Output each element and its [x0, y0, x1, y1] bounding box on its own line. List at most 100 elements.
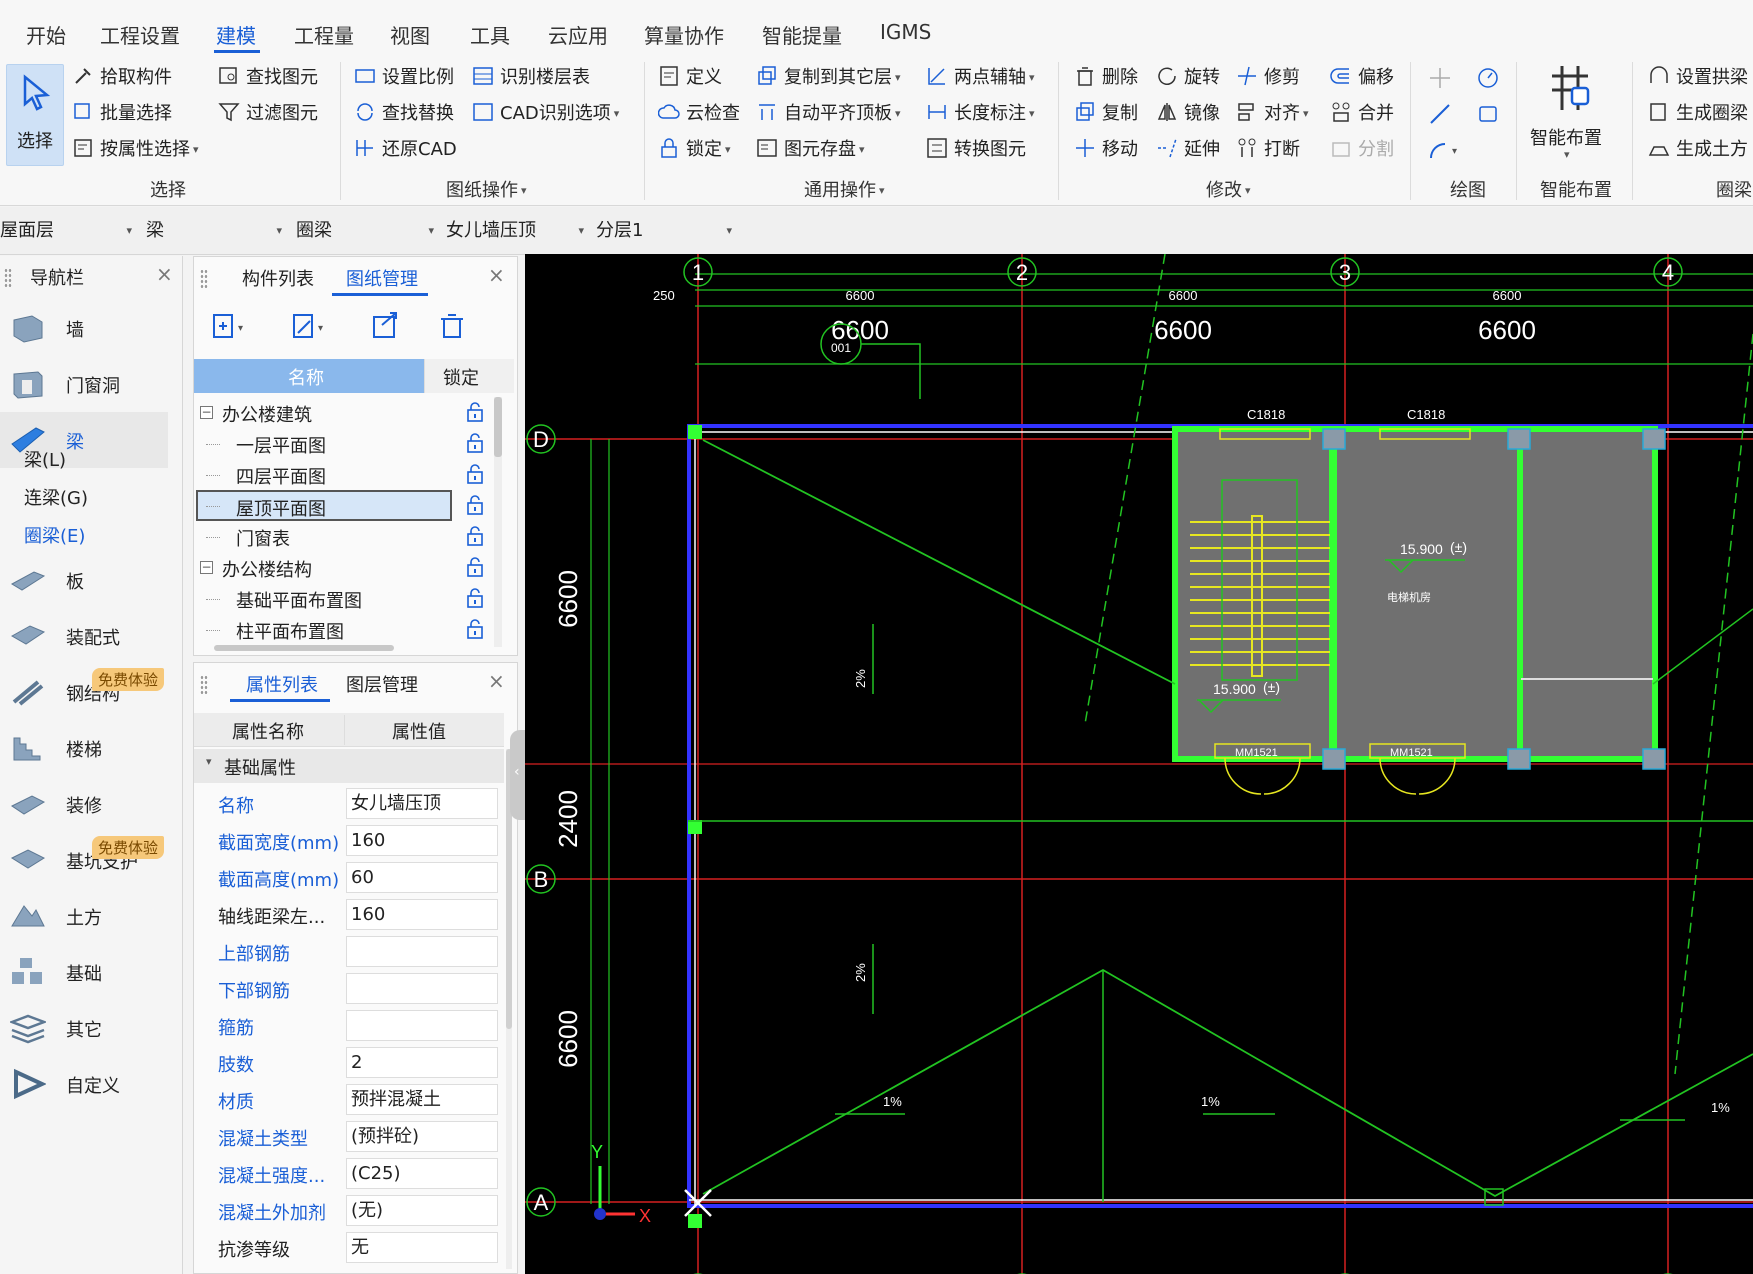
- lock-button[interactable]: 锁定 ▾: [658, 136, 731, 164]
- export-drawing-button[interactable]: [366, 309, 406, 345]
- merge-button[interactable]: 合并: [1330, 100, 1394, 128]
- collapse-toggle-icon[interactable]: −: [200, 561, 213, 574]
- drag-handle[interactable]: [200, 269, 208, 289]
- two-point-axis-button[interactable]: 两点辅轴 ▾: [926, 64, 1035, 92]
- nav-item-earthwork[interactable]: 土方: [0, 888, 168, 944]
- save-element-button[interactable]: 图元存盘 ▾: [756, 136, 865, 164]
- break-button[interactable]: 打断: [1236, 136, 1300, 164]
- tree-row[interactable]: 柱平面布置图: [194, 614, 512, 645]
- menu-igms[interactable]: IGMS: [880, 20, 931, 44]
- mirror-button[interactable]: 镜像: [1156, 100, 1220, 128]
- nav-sub-coupling-beam[interactable]: 连梁(G): [24, 484, 88, 510]
- tree-row[interactable]: 一层平面图: [194, 428, 512, 459]
- delete-button[interactable]: 删除: [1074, 64, 1138, 92]
- component-select[interactable]: 女儿墙压顶 ▾: [446, 215, 588, 247]
- tree-row[interactable]: 屋顶平面图: [194, 490, 512, 521]
- batch-select-button[interactable]: 批量选择: [72, 100, 172, 128]
- property-value-field[interactable]: 无: [346, 1232, 498, 1263]
- type-select[interactable]: 圈梁 ▾: [296, 215, 438, 247]
- add-drawing-button[interactable]: ▾: [206, 309, 246, 345]
- set-scale-button[interactable]: 设置比例: [354, 64, 454, 92]
- property-value-field[interactable]: 女儿墙压顶: [346, 788, 498, 819]
- generate-earthwork-button[interactable]: 生成土方: [1648, 136, 1748, 164]
- lock-icon[interactable]: [467, 588, 483, 608]
- property-section-basic[interactable]: ▾ 基础属性: [194, 749, 504, 783]
- menu-collaboration[interactable]: 算量协作: [644, 20, 724, 49]
- nav-item-wall[interactable]: 墙: [0, 300, 168, 356]
- menu-tools[interactable]: 工具: [470, 20, 510, 49]
- lock-icon[interactable]: [467, 557, 483, 577]
- generate-ring-beam-button[interactable]: 生成圈梁: [1648, 100, 1748, 128]
- lock-icon[interactable]: [467, 619, 483, 639]
- align-button[interactable]: 对齐 ▾: [1236, 100, 1309, 128]
- select-button[interactable]: 选择: [6, 64, 64, 166]
- nav-item-other[interactable]: 其它: [0, 1000, 168, 1056]
- tree-h-scrollbar[interactable]: [214, 645, 394, 651]
- property-value-field[interactable]: 160: [346, 899, 498, 930]
- define-button[interactable]: 定义: [658, 64, 722, 92]
- property-value-field[interactable]: 2: [346, 1047, 498, 1078]
- category-select[interactable]: 梁 ▾: [146, 215, 286, 247]
- menu-modeling[interactable]: 建模: [216, 20, 256, 49]
- line-icon[interactable]: [1428, 102, 1452, 126]
- property-value-field[interactable]: 160: [346, 825, 498, 856]
- tab-layer-management[interactable]: 图层管理: [346, 671, 418, 697]
- tree-group-row[interactable]: − 办公楼建筑: [194, 397, 512, 428]
- trim-button[interactable]: 修剪: [1236, 64, 1300, 92]
- find-replace-button[interactable]: 查找替换: [354, 100, 454, 128]
- copy-button[interactable]: 复制: [1074, 100, 1138, 128]
- length-dim-button[interactable]: 长度标注 ▾: [926, 100, 1035, 128]
- pick-component-button[interactable]: 拾取构件: [72, 64, 172, 92]
- property-value-field[interactable]: (预拌砼): [346, 1121, 498, 1152]
- delete-drawing-button[interactable]: [432, 309, 472, 345]
- property-value-field[interactable]: (C25): [346, 1158, 498, 1189]
- lock-icon[interactable]: [467, 433, 483, 453]
- auto-align-slab-button[interactable]: 自动平齐顶板 ▾: [756, 100, 901, 128]
- rectangle-icon[interactable]: [1476, 102, 1500, 126]
- set-arch-beam-button[interactable]: 设置拱梁: [1648, 64, 1748, 92]
- lock-icon[interactable]: [467, 526, 483, 546]
- floor-select[interactable]: 屋面层 ▾: [0, 215, 136, 247]
- tab-component-list[interactable]: 构件列表: [242, 265, 314, 291]
- tree-row[interactable]: 四层平面图: [194, 459, 512, 490]
- lock-icon[interactable]: [467, 464, 483, 484]
- menu-smart-extract[interactable]: 智能提量: [762, 20, 842, 49]
- cloud-check-button[interactable]: 云检查: [658, 100, 740, 128]
- menu-quantities[interactable]: 工程量: [294, 20, 354, 49]
- menu-view[interactable]: 视图: [390, 20, 430, 49]
- property-value-field[interactable]: [346, 973, 498, 1004]
- tab-property-list[interactable]: 属性列表: [246, 671, 318, 697]
- identify-floor-table-button[interactable]: 识别楼层表: [472, 64, 590, 92]
- lock-icon[interactable]: [467, 402, 483, 422]
- edit-drawing-button[interactable]: ▾: [286, 309, 326, 345]
- select-by-attr-button[interactable]: 按属性选择 ▾: [72, 136, 199, 164]
- smart-layout-button[interactable]: 智能布置 ▾: [1526, 60, 1610, 166]
- property-value-field[interactable]: [346, 936, 498, 967]
- property-value-field[interactable]: (无): [346, 1195, 498, 1226]
- property-value-field[interactable]: 预拌混凝土: [346, 1084, 498, 1115]
- arc-clock-icon[interactable]: [1476, 66, 1500, 90]
- cad-options-button[interactable]: CAD识别选项 ▾: [472, 100, 619, 128]
- menu-cloud-apps[interactable]: 云应用: [548, 20, 608, 49]
- tree-group-row[interactable]: − 办公楼结构: [194, 552, 512, 583]
- menu-project-settings[interactable]: 工程设置: [100, 20, 180, 49]
- filter-element-button[interactable]: 过滤图元: [218, 100, 318, 128]
- nav-item-prefab[interactable]: 装配式: [0, 608, 168, 664]
- find-element-button[interactable]: 查找图元: [218, 64, 318, 92]
- tree-row[interactable]: 门窗表: [194, 521, 512, 552]
- cad-canvas[interactable]: 1 2 3 4 D B A 250 6600 6600 6600 6600 6600 6600 6600 24…: [525, 254, 1753, 1274]
- nav-item-slab[interactable]: 板: [0, 552, 168, 608]
- offset-button[interactable]: 偏移: [1330, 64, 1394, 92]
- nav-item-foundation[interactable]: 基础: [0, 944, 168, 1000]
- nav-item-custom[interactable]: 自定义: [0, 1056, 168, 1112]
- nav-close-icon[interactable]: ×: [156, 262, 173, 286]
- panel-close-icon[interactable]: ×: [488, 263, 505, 287]
- point-icon[interactable]: [1428, 66, 1452, 90]
- property-value-field[interactable]: [346, 1010, 498, 1041]
- collapse-toggle-icon[interactable]: −: [200, 406, 213, 419]
- lock-icon[interactable]: [467, 495, 483, 515]
- sublayer-select[interactable]: 分层1 ▾: [596, 215, 736, 247]
- move-button[interactable]: 移动: [1074, 136, 1138, 164]
- drag-handle[interactable]: [200, 675, 208, 695]
- split-button[interactable]: 分割: [1330, 136, 1394, 164]
